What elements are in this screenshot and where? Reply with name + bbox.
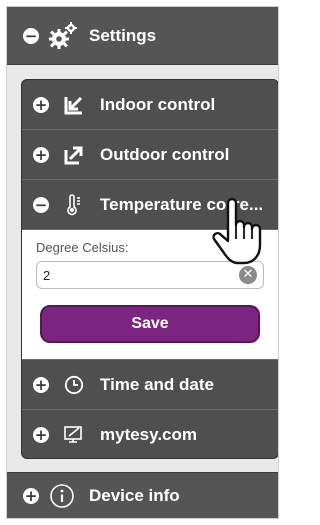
collapse-icon[interactable]: −	[23, 27, 39, 44]
indoor-control-label: Indoor control	[100, 94, 216, 114]
expand-icon[interactable]: +	[33, 96, 49, 113]
expand-icon[interactable]: +	[33, 376, 49, 393]
degree-celsius-input[interactable]	[37, 262, 233, 288]
save-button[interactable]: Save	[40, 305, 260, 343]
clear-icon[interactable]: ✕	[239, 266, 257, 284]
outdoor-control-row[interactable]: + Outdoor control	[22, 130, 278, 180]
hand-cursor-icon	[212, 197, 262, 265]
indoor-control-row[interactable]: + Indoor control	[22, 80, 278, 130]
expand-icon[interactable]: +	[33, 146, 49, 163]
time-and-date-row[interactable]: + Time and date	[22, 360, 278, 410]
outdoor-arrow-icon	[63, 144, 85, 166]
settings-header[interactable]: − Settings	[7, 7, 278, 65]
clock-icon	[63, 374, 85, 396]
settings-label: Settings	[89, 25, 157, 45]
device-info-header[interactable]: + Device info	[7, 472, 278, 518]
outdoor-control-label: Outdoor control	[100, 144, 230, 164]
time-and-date-label: Time and date	[100, 374, 214, 394]
gear-icon	[49, 21, 77, 49]
info-icon	[50, 484, 74, 508]
monitor-icon	[63, 424, 85, 446]
settings-panel: + Indoor control + Outdoor control − Tem…	[21, 79, 278, 459]
thermometer-icon	[63, 193, 85, 216]
expand-icon[interactable]: +	[33, 426, 49, 443]
mytesy-row[interactable]: + mytesy.com	[22, 410, 278, 458]
indoor-arrow-icon	[63, 94, 85, 116]
collapse-icon[interactable]: −	[33, 196, 49, 213]
mytesy-label: mytesy.com	[100, 424, 198, 444]
expand-icon[interactable]: +	[23, 488, 39, 504]
device-info-label: Device info	[89, 486, 180, 505]
